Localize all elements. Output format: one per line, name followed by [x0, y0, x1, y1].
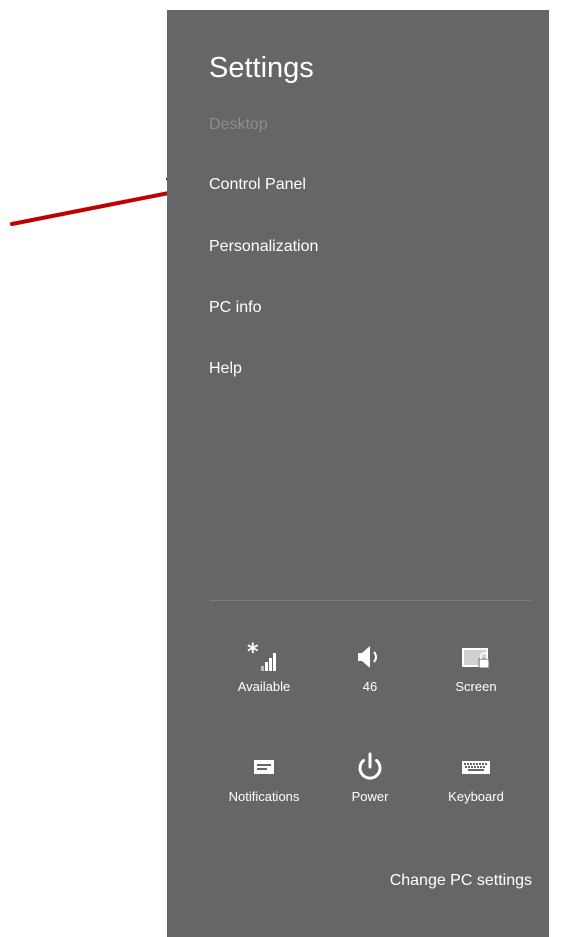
tile-volume[interactable]: 46 [325, 637, 415, 694]
divider [210, 600, 532, 601]
svg-text:*: * [247, 640, 259, 665]
tile-screen[interactable]: Screen [431, 637, 521, 694]
screen-icon [462, 648, 490, 669]
menu-item-control-panel[interactable]: Control Panel [209, 176, 306, 194]
tile-screen-label: Screen [455, 679, 497, 694]
tile-notifications-label: Notifications [228, 789, 300, 804]
menu-item-personalization[interactable]: Personalization [209, 238, 318, 256]
volume-icon [358, 646, 377, 668]
tile-keyboard-label: Keyboard [448, 789, 504, 804]
notifications-icon [254, 760, 274, 774]
tile-notifications[interactable]: Notifications [219, 747, 309, 804]
tile-power[interactable]: Power [325, 747, 415, 804]
menu-item-desktop: Desktop [209, 116, 268, 133]
settings-charm-pane: Settings Desktop Control Panel Personali… [167, 10, 549, 937]
keyboard-icon [462, 761, 490, 774]
tile-network[interactable]: * Available [219, 637, 309, 694]
menu-item-help[interactable]: Help [209, 360, 242, 378]
tile-power-label: Power [351, 789, 389, 804]
menu-item-pc-info[interactable]: PC info [209, 299, 261, 317]
settings-title: Settings [209, 52, 314, 84]
tile-network-label: Available [237, 679, 291, 694]
change-pc-settings-link[interactable]: Change PC settings [390, 872, 532, 890]
network-signal-icon: * [247, 640, 276, 671]
tile-keyboard[interactable]: Keyboard [431, 747, 521, 804]
tile-volume-label: 46 [362, 679, 378, 694]
power-icon [358, 752, 382, 780]
